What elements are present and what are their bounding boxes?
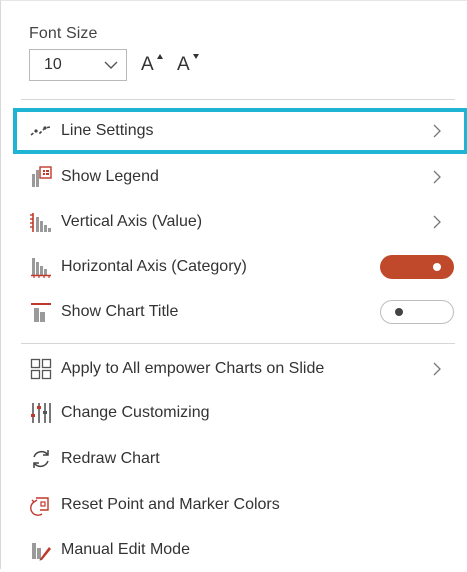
menu-item-label: Manual Edit Mode [61,541,190,558]
menu-item-label: Show Legend [61,168,159,185]
horizontal-axis-toggle[interactable] [380,255,454,279]
menu-item-manual-edit[interactable]: Manual Edit Mode [15,528,467,572]
refresh-icon [29,447,53,471]
chart-context-menu: Font Size 10 A A Line Settings Show Lege… [0,0,467,569]
toggle-knob [433,263,441,271]
font-size-label: Font Size [29,25,98,42]
legend-icon [29,165,53,189]
menu-item-reset-colors[interactable]: Reset Point and Marker Colors [15,483,467,527]
font-size-section: Font Size 10 A A [29,25,199,81]
menu-item-label: Show Chart Title [61,303,179,320]
menu-item-label: Horizontal Axis (Category) [61,258,247,275]
menu-item-label: Vertical Axis (Value) [61,213,203,230]
line-chart-icon [29,119,53,143]
chart-title-icon [29,300,53,324]
menu-item-label: Redraw Chart [61,450,160,467]
menu-item-change-customizing[interactable]: Change Customizing [15,391,467,435]
chevron-right-icon [433,170,441,184]
menu-item-vertical-axis[interactable]: Vertical Axis (Value) [15,200,467,244]
menu-item-horizontal-axis[interactable]: Horizontal Axis (Category) [15,245,467,289]
grid-icon [29,357,53,381]
font-size-value: 10 [44,56,62,73]
menu-divider [21,343,455,344]
decrease-font-label: A [177,54,190,75]
decrease-font-size-button[interactable]: A [177,51,199,79]
font-size-dropdown[interactable]: 10 [29,49,127,81]
increase-font-label: A [141,54,154,75]
manual-edit-icon [29,538,53,562]
chevron-right-icon [433,124,441,138]
menu-item-show-legend[interactable]: Show Legend [15,155,467,199]
triangle-down-icon [193,54,199,59]
font-size-controls: 10 A A [29,49,199,81]
menu-item-line-settings[interactable]: Line Settings [13,108,467,154]
triangle-up-icon [157,54,163,59]
chevron-right-icon [433,215,441,229]
vertical-axis-icon [29,210,53,234]
menu-divider [21,99,455,100]
horizontal-axis-icon [29,255,53,279]
menu-item-label: Change Customizing [61,404,210,421]
menu-item-redraw-chart[interactable]: Redraw Chart [15,437,467,481]
show-chart-title-toggle[interactable] [380,300,454,324]
increase-font-size-button[interactable]: A [141,51,163,79]
toggle-knob [395,308,403,316]
chevron-down-icon [104,61,118,69]
chevron-right-icon [433,362,441,376]
menu-item-label: Apply to All empower Charts on Slide [61,360,325,377]
customize-sliders-icon [29,401,53,425]
menu-item-label: Reset Point and Marker Colors [61,496,280,513]
menu-item-apply-to-all[interactable]: Apply to All empower Charts on Slide [15,347,467,391]
reset-colors-icon [29,493,53,517]
menu-item-label: Line Settings [61,122,154,139]
menu-item-show-chart-title[interactable]: Show Chart Title [15,290,467,334]
